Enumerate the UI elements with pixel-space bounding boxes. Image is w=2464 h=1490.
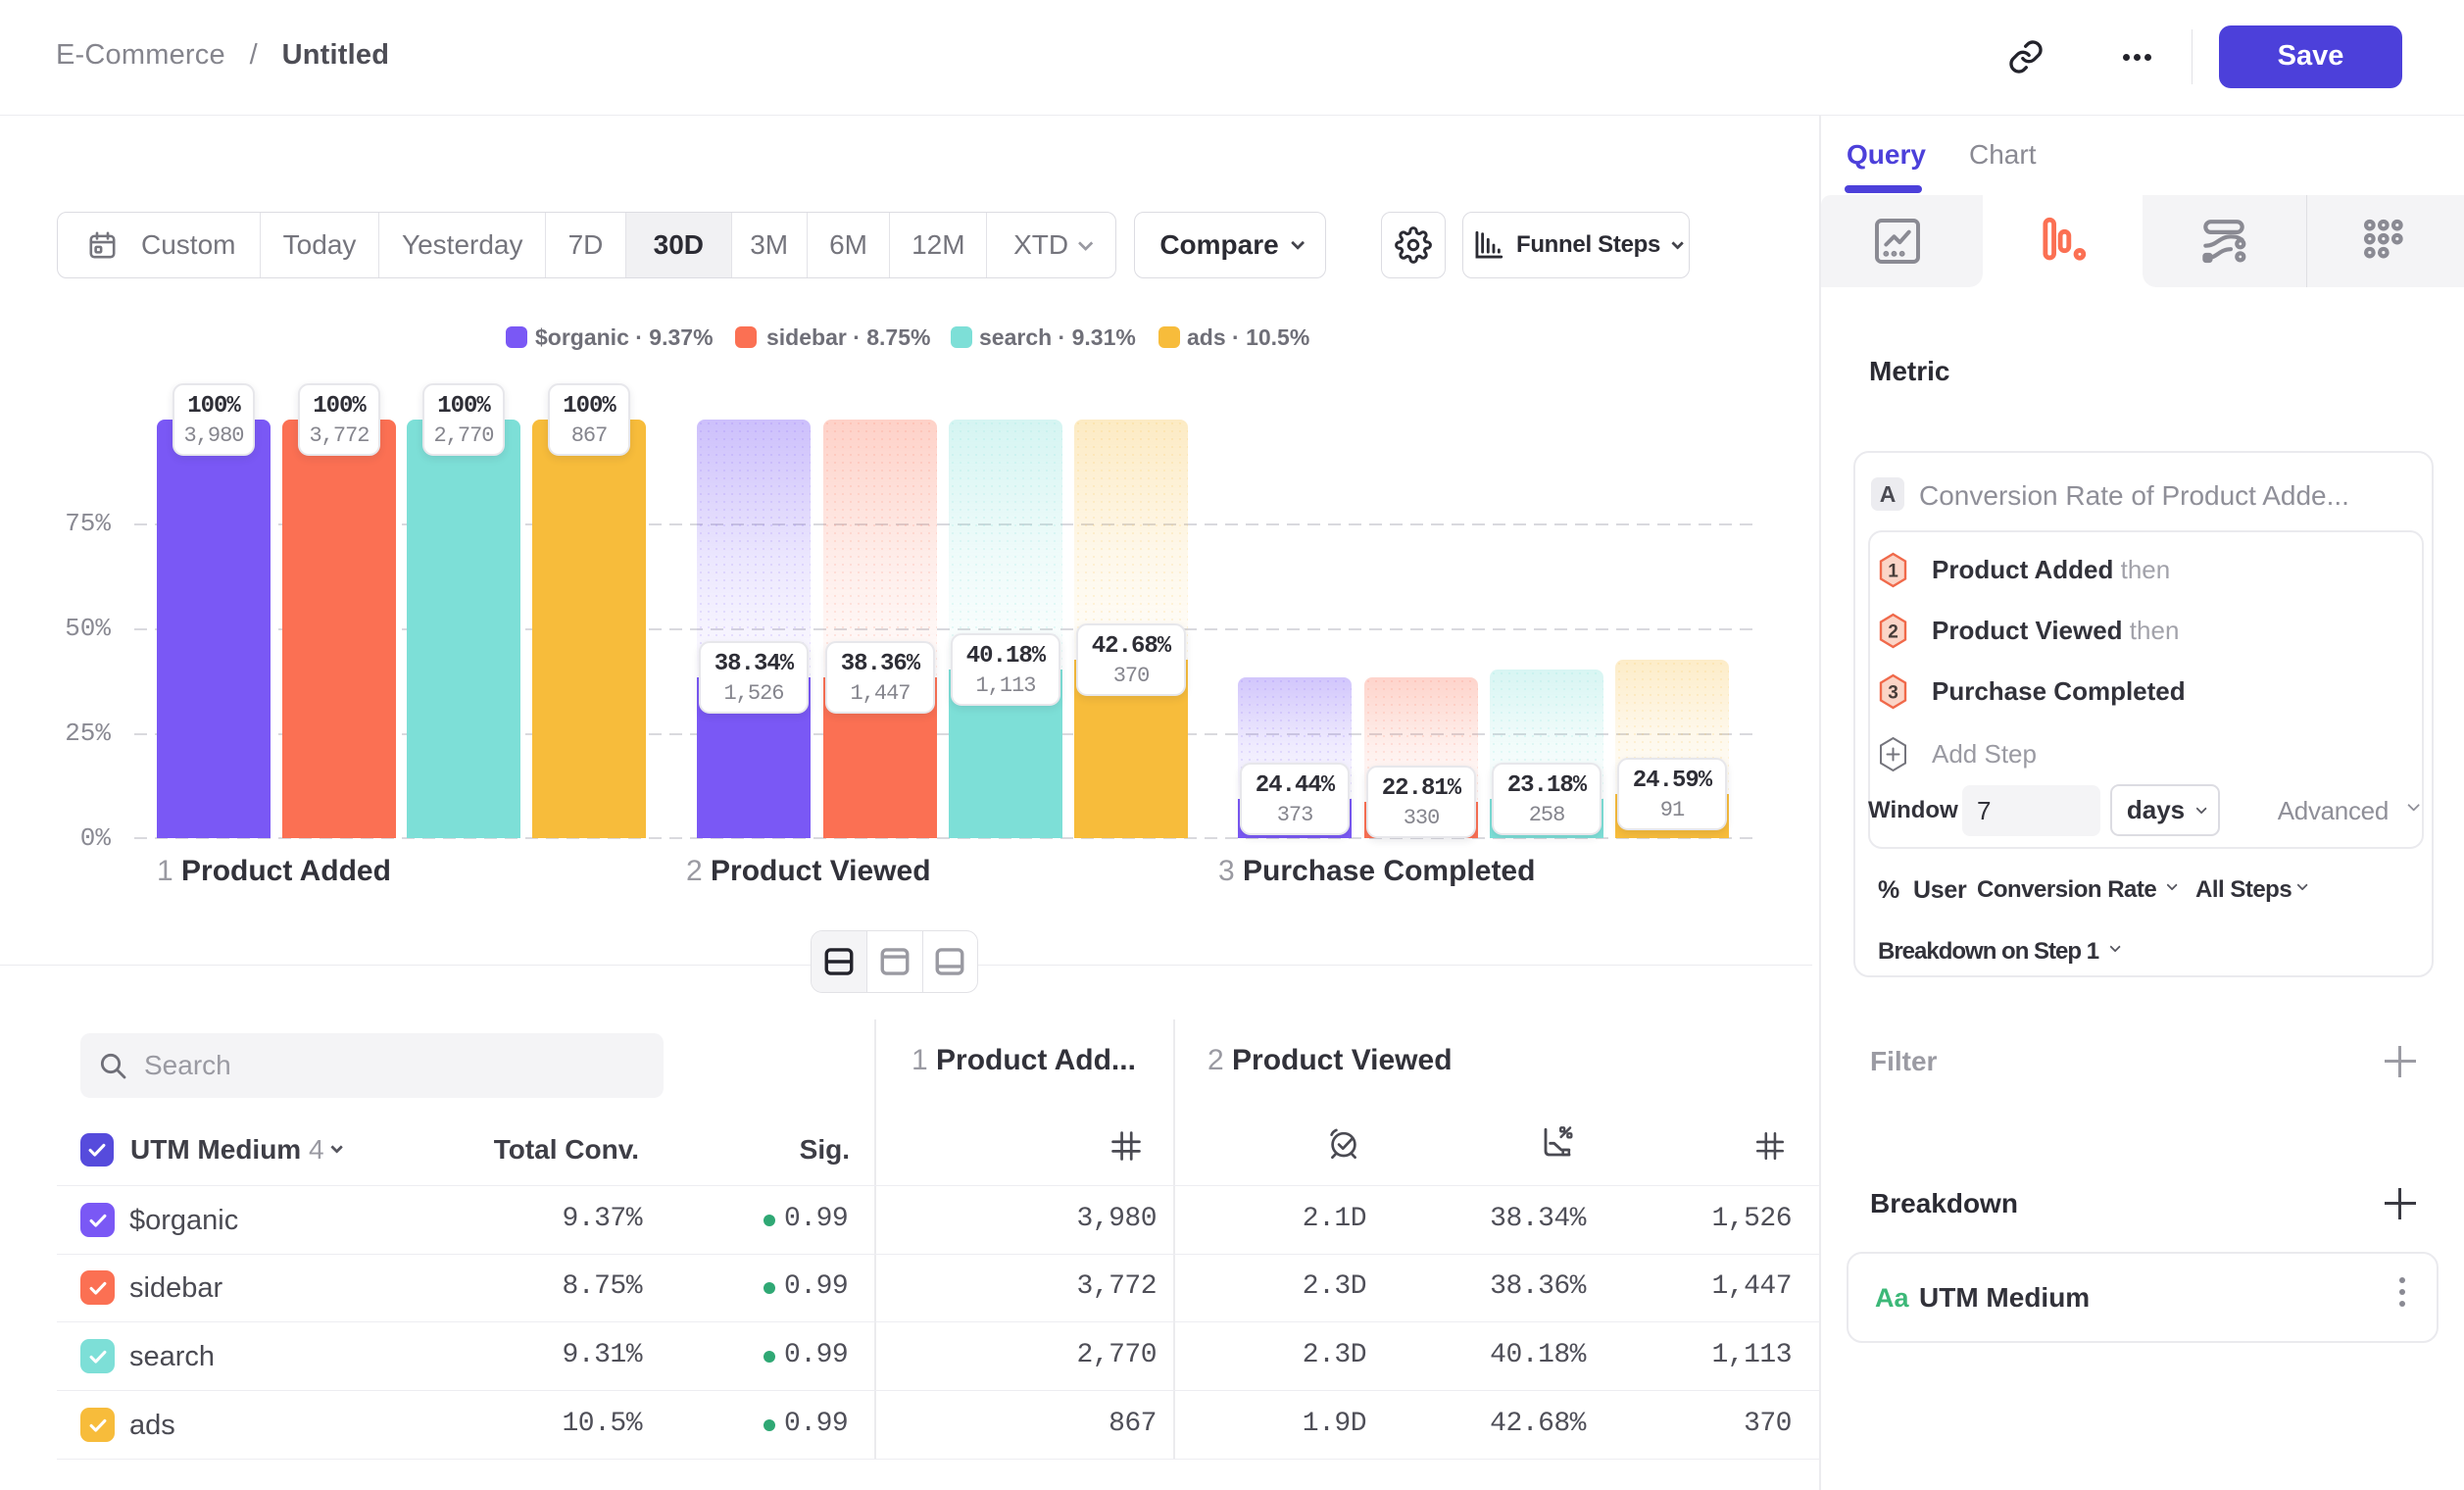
svg-text:3: 3 (1888, 683, 1898, 704)
svg-text:2: 2 (1888, 622, 1898, 643)
svg-text:1: 1 (1888, 562, 1898, 582)
